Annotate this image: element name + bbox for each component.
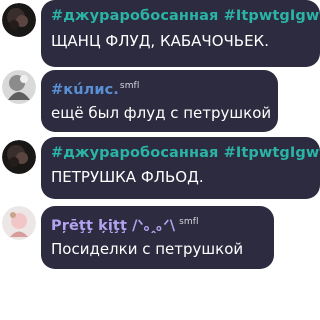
user-avatar[interactable] bbox=[2, 206, 36, 240]
message-bubble[interactable]: Pŗēţţ ķįţţ /ᐠ｡ꞈ｡ᐟ\ smfl Посиделки с петру… bbox=[41, 206, 274, 269]
message-bubble[interactable]: #джураробосанная #ItpwtgIgwtb ПЕТРУШКА Ф… bbox=[41, 137, 320, 199]
user-avatar[interactable] bbox=[2, 3, 36, 37]
author-name[interactable]: #кúлис.smfl bbox=[51, 77, 270, 99]
message-text: ещё был флуд с петрушкой bbox=[51, 103, 272, 122]
message-text: ПЕТРУШКА ФЛЬОД. bbox=[51, 168, 204, 186]
avatar-image bbox=[2, 140, 36, 174]
author-tag: smfl bbox=[179, 217, 199, 227]
user-avatar[interactable] bbox=[2, 70, 36, 104]
avatar-image bbox=[2, 3, 36, 37]
message-text: ЩАНЦ ФЛУД, КАБАЧОЧЬЕК. bbox=[51, 32, 269, 50]
author-name[interactable]: #джураробосанная #ItpwtgIgwtb bbox=[51, 7, 320, 25]
author-name-text[interactable]: Pŗēţţ ķįţţ /ᐠ｡ꞈ｡ᐟ\ bbox=[51, 218, 175, 234]
author-name-text[interactable]: #джураробосанная #ItpwtgIgwtb bbox=[51, 145, 320, 161]
avatar-image bbox=[2, 206, 36, 240]
avatar-image bbox=[2, 70, 36, 104]
author-name-text[interactable]: #джураробосанная #ItpwtgIgwtb bbox=[51, 8, 320, 24]
message-bubble[interactable]: #кúлис.smfl ещё был флуд с петрушкой bbox=[41, 70, 278, 132]
author-name[interactable]: Pŗēţţ ķįţţ /ᐠ｡ꞈ｡ᐟ\ smfl bbox=[51, 213, 266, 235]
message-feed: #джураробосанная #ItpwtgIgwtb ЩАНЦ ФЛУД,… bbox=[0, 0, 320, 320]
author-name[interactable]: #джураробосанная #ItpwtgIgwtb bbox=[51, 144, 320, 162]
author-tag: smfl bbox=[119, 81, 140, 91]
author-name-text[interactable]: #кúлис. bbox=[51, 82, 119, 98]
user-avatar[interactable] bbox=[2, 140, 36, 174]
message-bubble[interactable]: #джураробосанная #ItpwtgIgwtb ЩАНЦ ФЛУД,… bbox=[41, 0, 320, 67]
message-text: Посиделки с петрушкой bbox=[51, 239, 244, 258]
